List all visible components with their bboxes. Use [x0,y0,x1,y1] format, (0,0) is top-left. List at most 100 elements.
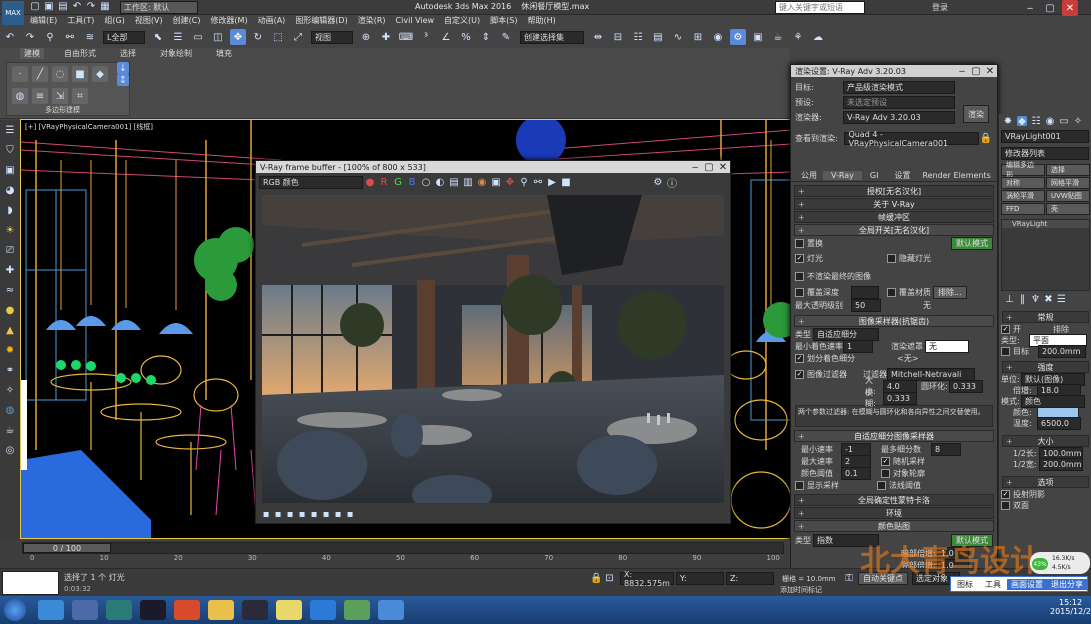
vfb-alpha-icon[interactable]: ○ [421,177,431,188]
no-render-final-checkbox[interactable] [795,271,804,281]
link-icon[interactable]: ⚲ [42,29,58,45]
close-icon[interactable]: ✕ [1062,0,1078,16]
modifier-btn-ffd[interactable]: FFD [1001,203,1045,215]
hidden-lights-checkbox[interactable] [887,253,896,263]
scale-icon[interactable]: ⬚ [270,29,286,45]
edge-icon[interactable]: ╱ [32,66,48,82]
rs-maximize-icon[interactable]: ▢ [971,66,981,77]
search-input[interactable]: 键入关键字或短语 [775,1,865,14]
cmd-rollout-options[interactable]: 选项 [1002,476,1089,488]
sun-icon[interactable]: ✹ [2,342,18,358]
modifier-btn-turbosmooth[interactable]: 涡轮平滑 [1001,190,1045,202]
half-wid-input[interactable]: 200.0mm [1039,458,1083,471]
shapes-icon[interactable]: ◗ [2,202,18,218]
menu-civil-view[interactable]: Civil View [396,16,435,25]
redo-icon[interactable]: ↷ [86,1,96,12]
reference-coord-dropdown[interactable]: 视图 [311,30,353,44]
angle-snap-icon[interactable]: ∠ [438,29,454,45]
helpers-icon[interactable]: ✚ [2,262,18,278]
lock-selection-icon[interactable]: 🔒 [590,573,602,584]
menu-tools[interactable]: 工具(T) [67,15,94,26]
hold-icon[interactable]: ▦ [100,1,110,12]
open-file-icon[interactable]: ▣ [44,1,54,12]
hierarchy-tab-icon[interactable]: ☷ [1031,116,1041,127]
edit-named-selection-icon[interactable]: ✎ [498,29,514,45]
curve-editor-icon[interactable]: ∿ [670,29,686,45]
select-by-name-icon[interactable]: ☰ [170,29,186,45]
rollout-environment[interactable]: 环境 [794,507,994,519]
normals-checkbox[interactable] [877,480,886,490]
filter-ring-input[interactable]: 0.333 [883,391,917,405]
max-per-input[interactable]: 8 [931,442,961,456]
vfb-save-icon[interactable]: ▤ [449,177,459,188]
bone-icon[interactable]: ⚭ [2,362,18,378]
vfb-green-channel-icon[interactable]: G [393,177,403,188]
light-target-input[interactable]: 200.0mm [1038,345,1086,358]
coord-x[interactable]: X: 8832.575m [620,570,674,588]
override-depth-checkbox[interactable] [795,287,804,297]
menu-help[interactable]: 帮助(H) [527,15,555,26]
select-object-icon[interactable]: ⬉ [150,29,166,45]
rollout-global-dmc[interactable]: 全局确定性蒙特卡洛 [794,494,994,506]
align-icon[interactable]: ⊟ [610,29,626,45]
taskbar-vray-icon[interactable] [310,600,336,620]
utilities-tab-icon[interactable]: ✧ [1073,116,1083,127]
rs-tab-common[interactable]: 公用 [795,170,823,181]
modifier-btn-shell[interactable]: 壳 [1046,203,1090,215]
undo-icon[interactable]: ↶ [2,29,18,45]
taskbar-3dsmax-icon[interactable] [106,600,132,620]
absolute-mode-icon[interactable]: ⊡ [605,573,614,584]
taskbar-notes-icon[interactable] [276,600,302,620]
select-manipulate-icon[interactable]: ✚ [378,29,394,45]
bind-spacewarp-icon[interactable]: ≋ [82,29,98,45]
image-filter-checkbox[interactable]: ✓ [795,369,804,379]
min-rate-input[interactable]: 1 [843,339,873,353]
vfb-levels-icon[interactable]: ▪ [298,509,306,520]
rs-minimize-icon[interactable]: ‒ [957,66,967,77]
rect-selection-icon[interactable]: ▭ [190,29,206,45]
vfb-mono-icon[interactable]: ◐ [435,177,445,188]
vertex-icon[interactable]: · [12,66,28,82]
rollout-adaptive[interactable]: 自适应细分图像采样器 [794,430,994,442]
vfb-stop-icon[interactable]: ■ [561,177,571,188]
new-file-icon[interactable]: ▢ [30,1,40,12]
create-tab-icon[interactable]: ✸ [1003,116,1013,127]
taskbar-folder-icon[interactable] [208,600,234,620]
vfb-settings-icon[interactable]: ⚙ [653,177,663,188]
vfb-history-icon[interactable]: ▪ [262,509,270,520]
vfb-blue-channel-icon[interactable]: B [407,177,417,188]
spacewarps-icon[interactable]: ≈ [2,282,18,298]
taskbar-window-icon[interactable] [378,600,404,620]
rs-preset-dropdown[interactable]: 未选定预设 [843,96,955,109]
menu-group[interactable]: 组(G) [104,15,124,26]
window-crossing-icon[interactable]: ◫ [210,29,226,45]
ime-item-display[interactable]: 画面设置 [1007,578,1047,590]
make-unique-icon[interactable]: ♆ [1031,294,1040,305]
ribbon-tab-selection[interactable]: 选择 [120,48,136,59]
ribbon-tab-modeling[interactable]: 建模 [20,48,44,59]
material-editor-icon[interactable]: ◉ [710,29,726,45]
lights-checkbox[interactable]: ✓ [795,253,804,263]
display-tab-icon[interactable]: ▭ [1059,116,1069,127]
object-name-field[interactable]: VRayLight001 [1001,130,1089,143]
vfb-channel-dropdown[interactable]: RGB 颜色 [259,175,363,189]
divide-shading-checkbox[interactable]: ✓ [795,353,804,363]
ribbon-expand-icon[interactable]: ↓ [117,62,129,74]
keyboard-shortcut-icon[interactable]: ⌨ [398,29,414,45]
vfb-stamp-icon[interactable]: ▪ [334,509,342,520]
rs-tab-render-elements[interactable]: Render Elements [918,171,994,180]
rs-target-dropdown[interactable]: 产品级渲染模式 [843,81,955,94]
globe-icon[interactable]: ◍ [2,402,18,418]
menu-modifiers[interactable]: 修改器(M) [210,15,247,26]
mirror-icon[interactable]: ⇹ [590,29,606,45]
show-samples-checkbox[interactable] [795,480,804,490]
coord-z[interactable]: Z: [726,572,774,585]
rs-tab-settings[interactable]: 设置 [886,170,918,181]
vfb-rgb-icon[interactable]: ● [365,177,375,188]
geometry-icon[interactable]: ◕ [2,182,18,198]
undo-icon[interactable]: ↶ [72,1,82,12]
vfb-red-channel-icon[interactable]: R [379,177,389,188]
render-setup-icon[interactable]: ⚙ [730,29,746,45]
polygon-icon[interactable]: ■ [72,66,88,82]
modifier-btn-symmetry[interactable]: 对称 [1001,177,1045,189]
